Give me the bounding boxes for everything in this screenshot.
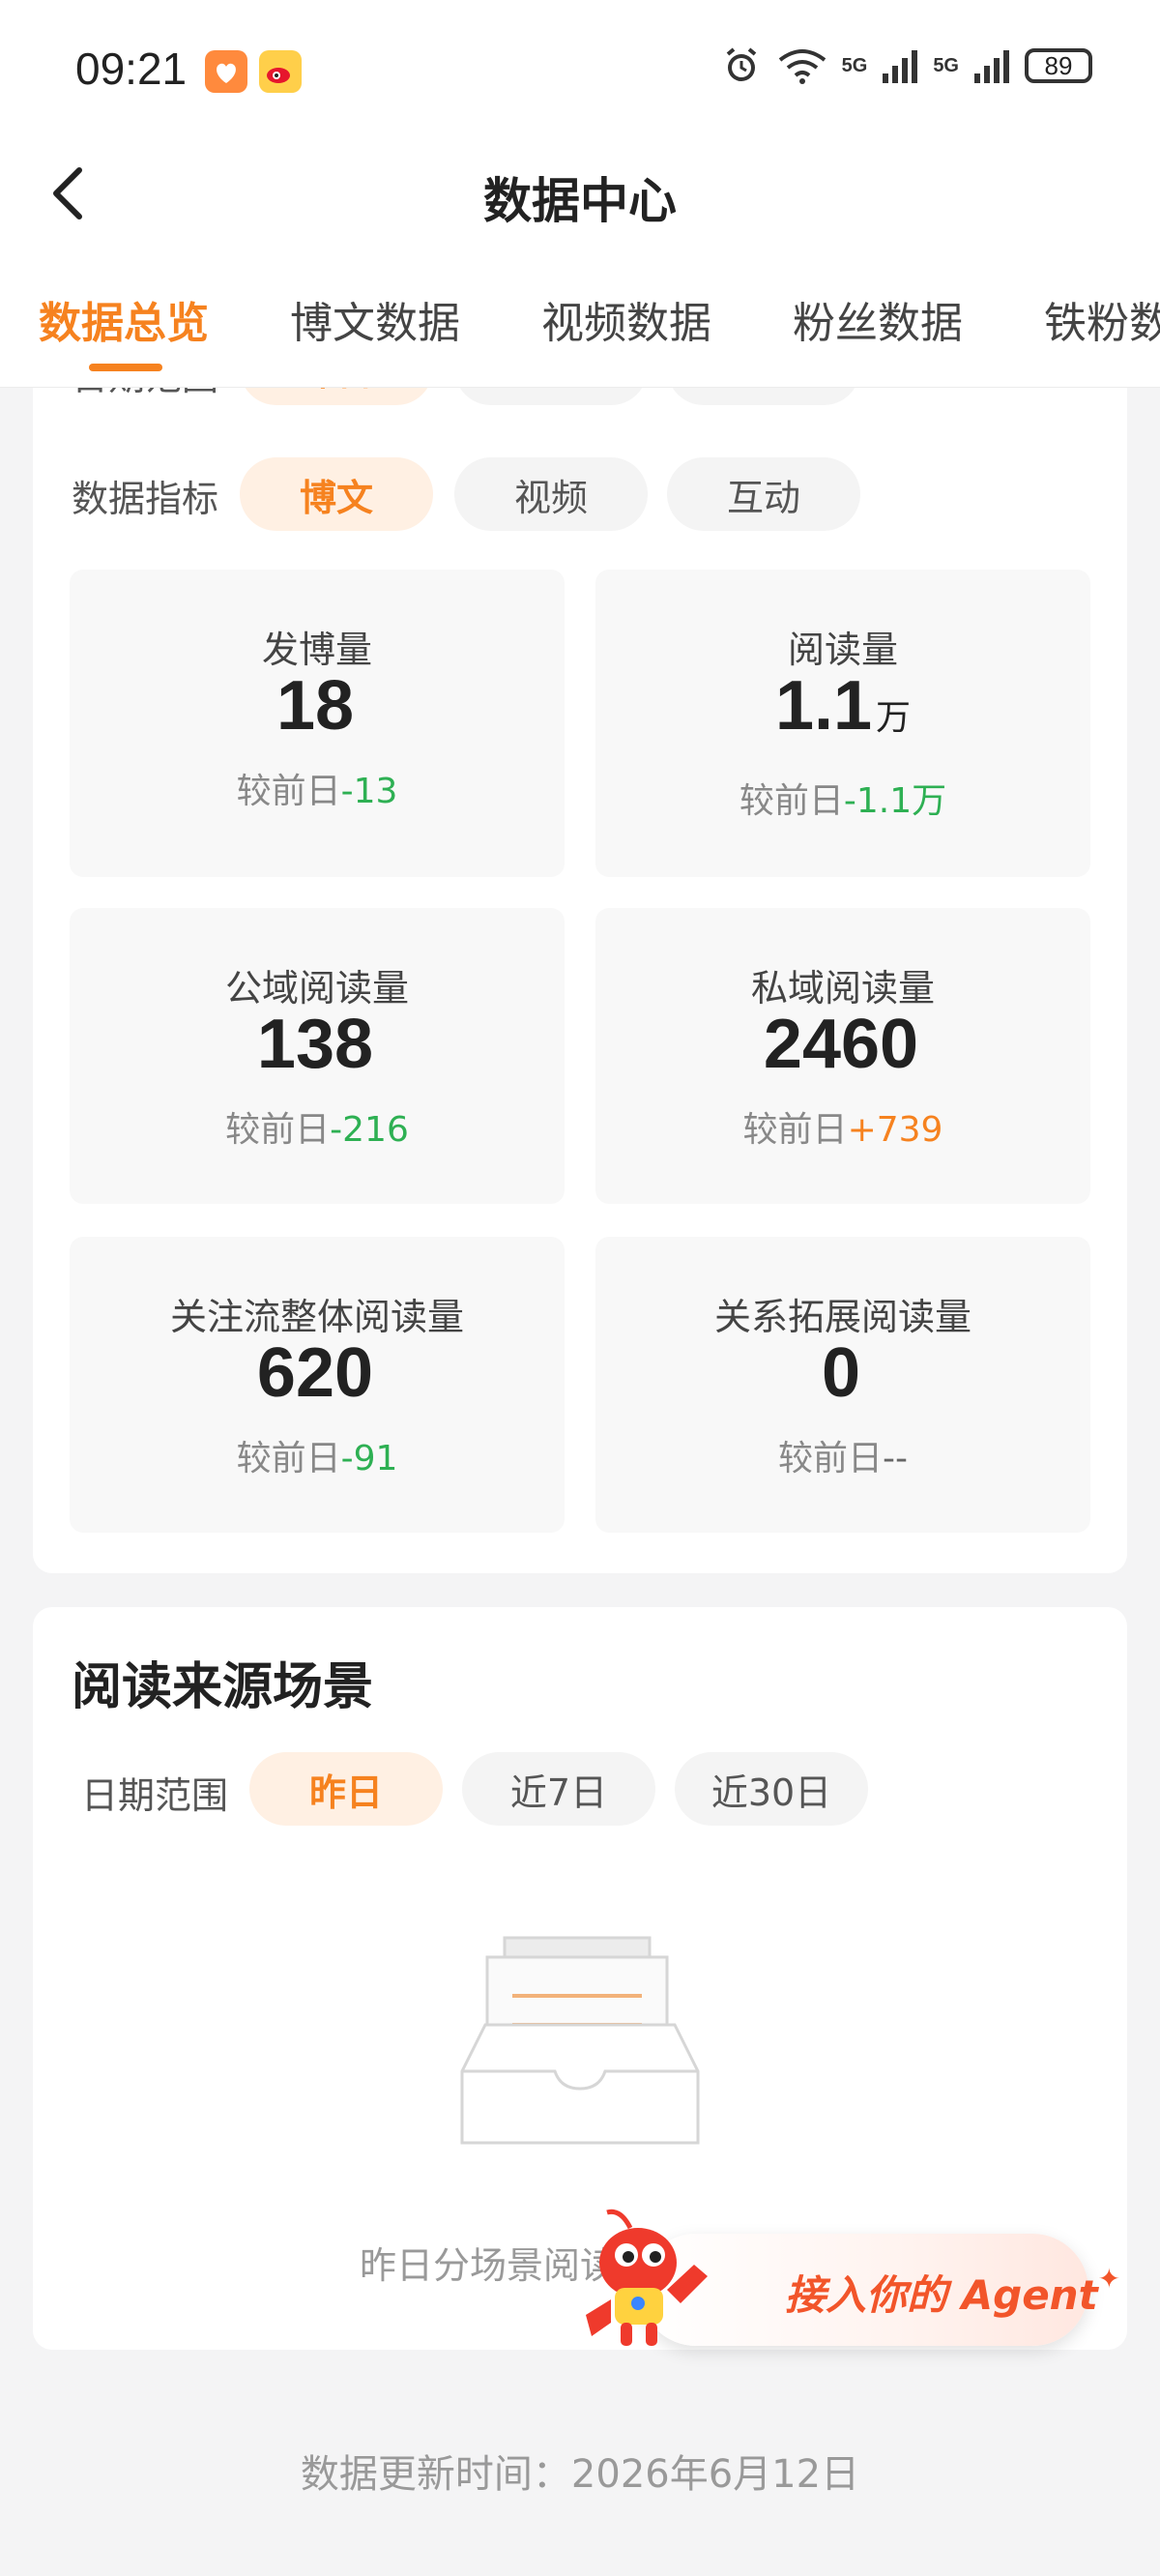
stat-label: 私域阅读量 [750, 967, 935, 1010]
stat-label: 公域阅读量 [224, 967, 409, 1010]
active-tab-indicator [89, 364, 162, 371]
stat-compare: 较前日-13 [236, 772, 398, 811]
lobster-mascot-icon [586, 2209, 708, 2346]
tab-posts[interactable]: 博文数据 [290, 288, 460, 350]
stat-label: 关系拓展阅读量 [713, 1296, 972, 1338]
signal-icon [974, 50, 1009, 83]
tab-fans[interactable]: 粉丝数据 [793, 288, 963, 350]
stat-value: 1.1 万 [774, 667, 912, 745]
agent-banner-label: 接入你的 Agent✦ [785, 2263, 1121, 2319]
stat-card-private-read[interactable]: 私域阅读量 2460 较前日+739 [595, 908, 1090, 1204]
stat-card-follow-feed-read[interactable]: 关注流整体阅读量 620 较前日-91 [70, 1237, 565, 1533]
metric-option-video[interactable]: 视频 [454, 457, 648, 531]
data-update-time: 数据更新时间：2026年6月12日 [300, 2452, 860, 2497]
tab-overview[interactable]: 数据总览 [39, 288, 209, 350]
overview-card: 日期范围 昨日 近7日 近30日 数据指标 博文 视频 互动 发博量 18 较前… [33, 388, 1127, 1573]
status-bar: 09:21 5G 5G 89 [0, 0, 1160, 145]
status-time: 09:21 [75, 44, 188, 94]
stat-value: 2460 [763, 1006, 919, 1083]
date-range-label: 日期范围 [72, 388, 218, 400]
date-option-30d[interactable]: 近30日 [667, 388, 860, 405]
network-type-1: 5G [841, 54, 868, 76]
stat-label: 关注流整体阅读量 [169, 1296, 464, 1338]
stat-label: 发博量 [261, 629, 372, 671]
stat-compare: 较前日-1.1万 [739, 781, 947, 821]
stat-compare: 较前日+739 [742, 1110, 943, 1150]
agent-floating-banner[interactable]: 接入你的 Agent✦ [572, 2207, 1120, 2352]
date-option-yesterday[interactable]: 昨日 [249, 1752, 443, 1826]
date-option-7d[interactable]: 近7日 [462, 1752, 655, 1826]
battery-icon: 89 [1025, 48, 1092, 83]
date-option-30d[interactable]: 近30日 [675, 1752, 868, 1826]
stat-compare: 较前日-216 [225, 1110, 409, 1150]
metric-option-interaction[interactable]: 互动 [667, 457, 860, 531]
battery-level: 89 [1044, 50, 1073, 80]
stat-compare: 较前日-91 [236, 1439, 398, 1478]
date-range-label: 日期范围 [81, 1774, 229, 1817]
stat-card-relation-read[interactable]: 关系拓展阅读量 0 较前日-- [595, 1237, 1090, 1533]
date-option-7d[interactable]: 近7日 [454, 388, 648, 405]
nav-bar: 数据中心 [0, 145, 1160, 242]
stat-value: 620 [256, 1334, 374, 1412]
network-type-2: 5G [933, 54, 959, 76]
stat-value: 0 [821, 1334, 861, 1412]
stat-card-public-read[interactable]: 公域阅读量 138 较前日-216 [70, 908, 565, 1204]
tab-iron-fans[interactable]: 铁粉数 [1044, 288, 1160, 350]
date-option-yesterday[interactable]: 昨日 [240, 388, 433, 405]
tab-video[interactable]: 视频数据 [541, 288, 711, 350]
weibo-app-icon [259, 50, 302, 93]
stat-card-read-count[interactable]: 阅读量 1.1 万 较前日-1.1万 [595, 570, 1090, 877]
signal-icon [883, 50, 918, 83]
stat-label: 阅读量 [787, 629, 898, 671]
metric-label: 数据指标 [72, 478, 219, 520]
status-icons: 5G 5G 89 [720, 44, 1092, 87]
metric-option-weibo[interactable]: 博文 [240, 457, 433, 531]
alarm-icon [726, 47, 756, 81]
section-title: 阅读来源场景 [72, 1658, 374, 1716]
health-app-icon [205, 50, 247, 93]
empty-inbox-icon [460, 1936, 700, 2145]
tab-bar: 数据总览 博文数据 视频数据 粉丝数据 铁粉数 [0, 242, 1160, 388]
stat-compare: 较前日-- [778, 1439, 908, 1478]
stat-card-post-count[interactable]: 发博量 18 较前日-13 [70, 570, 565, 877]
stat-value: 18 [276, 667, 355, 745]
stat-value: 138 [256, 1006, 374, 1083]
wifi-icon [778, 49, 826, 84]
page-title: 数据中心 [483, 173, 677, 229]
